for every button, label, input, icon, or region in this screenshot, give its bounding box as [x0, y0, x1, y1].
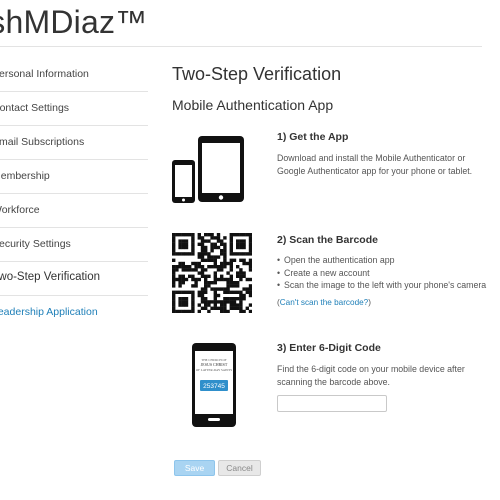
phone-brand-line: OF LATTER-DAY SAINTS [196, 368, 232, 372]
sidebar: Personal Information Contact Settings Em… [0, 58, 148, 329]
devices-icon [172, 136, 244, 203]
qr-code-icon [172, 233, 252, 313]
sidebar-item-label: Two-Step Verification [0, 271, 101, 283]
paren-close: ) [368, 297, 371, 307]
sidebar-item-leadership-application[interactable]: Leadership Application [0, 296, 148, 329]
sidebar-item-label: Contact Settings [0, 102, 70, 114]
phone-code-icon: THE CHURCH OF JESUS CHRIST OF LATTER-DAY… [192, 343, 236, 427]
sidebar-item-membership[interactable]: Membership [0, 160, 148, 194]
sidebar-item-label: Leadership Application [0, 306, 98, 318]
sidebar-item-contact-settings[interactable]: Contact Settings [0, 92, 148, 126]
step-text: Download and install the Mobile Authenti… [277, 153, 473, 176]
sidebar-item-two-step-verification[interactable]: Two-Step Verification [0, 262, 148, 296]
list-item: Scan the image to the left with your pho… [277, 279, 487, 292]
list-item: Open the authentication app [277, 254, 487, 267]
sidebar-item-label: Security Settings [0, 238, 71, 250]
step-enter-code: 3) Enter 6-Digit Code Find the 6-digit c… [277, 342, 487, 412]
phone-code-text: 253745 [203, 383, 225, 390]
instruction-list: Open the authentication app Create a new… [277, 254, 487, 292]
list-item: Create a new account [277, 267, 487, 280]
sidebar-item-label: Workforce [0, 204, 40, 216]
cant-scan-line: (Can't scan the barcode?) [277, 298, 487, 307]
sidebar-item-label: Membership [0, 170, 50, 182]
verification-code-input[interactable] [277, 395, 387, 412]
brand-title: ishMDiaz™ [0, 4, 148, 40]
section-title: Mobile Authentication App [172, 97, 334, 113]
sidebar-item-workforce[interactable]: Workforce [0, 194, 148, 228]
page-title: Two-Step Verification [172, 64, 342, 84]
step-heading: 2) Scan the Barcode [277, 234, 378, 246]
main-content: Two-Step Verification Mobile Authenticat… [172, 0, 492, 500]
save-button[interactable]: Save [174, 460, 215, 476]
sidebar-item-label: Email Subscriptions [0, 136, 85, 148]
sidebar-item-security-settings[interactable]: Security Settings [0, 228, 148, 262]
sidebar-item-label: Personal Information [0, 68, 89, 80]
step-scan-barcode: 2) Scan the Barcode Open the authenticat… [277, 234, 487, 307]
sidebar-item-email-subscriptions[interactable]: Email Subscriptions [0, 126, 148, 160]
cancel-button[interactable]: Cancel [218, 460, 261, 476]
step-get-app: 1) Get the App Download and install the … [277, 131, 487, 177]
phone-brand-line: JESUS CHRIST [201, 362, 228, 367]
step-heading: 1) Get the App [277, 131, 349, 143]
cant-scan-link[interactable]: Can't scan the barcode? [280, 298, 369, 307]
step-heading: 3) Enter 6-Digit Code [277, 342, 381, 354]
step-text: Find the 6-digit code on your mobile dev… [277, 364, 465, 387]
sidebar-item-personal-information[interactable]: Personal Information [0, 58, 148, 92]
